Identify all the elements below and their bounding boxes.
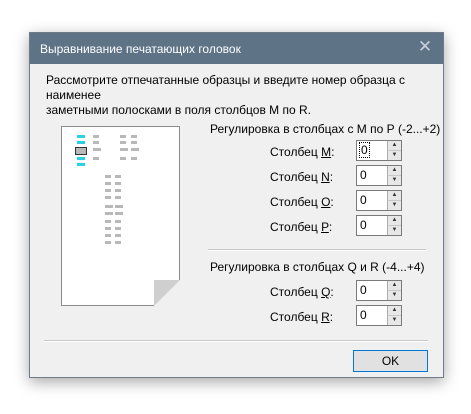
spin-up-icon[interactable]: ▲: [387, 166, 401, 176]
window-title: Выравнивание печатающих головок: [40, 42, 241, 56]
pattern-mark: [77, 163, 85, 166]
page-fold-corner: [154, 280, 180, 306]
pattern-mark: [131, 141, 137, 144]
spin-up-icon[interactable]: ▲: [387, 216, 401, 226]
column-q-value[interactable]: 0: [360, 283, 367, 297]
column-r-value[interactable]: 0: [360, 308, 367, 322]
pattern-mark: [105, 182, 111, 185]
pattern-mark: [115, 241, 121, 244]
spin-up-icon[interactable]: ▲: [387, 191, 401, 201]
pattern-mark: [105, 212, 113, 215]
pattern-mark: [115, 220, 121, 223]
instructions-line-2: заметными полосками в поля столбцов М по…: [46, 103, 311, 117]
pattern-mark: [115, 175, 121, 178]
pattern-mark: [105, 196, 111, 199]
column-n-stepper[interactable]: 0 ▲ ▼: [356, 165, 402, 186]
group-separator: [208, 249, 426, 251]
pattern-mark: [105, 189, 111, 192]
pattern-mark: [131, 135, 137, 138]
pattern-mark: [77, 157, 85, 160]
pattern-mark: [115, 189, 121, 192]
pattern-mark: [93, 135, 99, 138]
instructions-text: Рассмотрите отпечатанные образцы и введи…: [46, 73, 436, 118]
column-o-stepper[interactable]: 0 ▲ ▼: [356, 190, 402, 211]
pattern-mark: [105, 175, 111, 178]
pattern-mark: [93, 148, 101, 151]
column-r-label: Столбец R:: [270, 310, 334, 324]
column-q-stepper[interactable]: 0 ▲ ▼: [356, 280, 402, 301]
spin-down-icon[interactable]: ▼: [387, 316, 401, 325]
column-n-value[interactable]: 0: [360, 168, 367, 182]
pattern-mark: [105, 234, 111, 237]
pattern-mark: [120, 135, 126, 138]
spin-down-icon[interactable]: ▼: [387, 291, 401, 300]
column-o-value[interactable]: 0: [360, 193, 367, 207]
print-sample-sheet-image: [61, 126, 180, 306]
pattern-mark: [105, 220, 111, 223]
pattern-mark: [120, 141, 126, 144]
column-p-value[interactable]: 0: [360, 218, 367, 232]
spin-up-icon[interactable]: ▲: [387, 281, 401, 291]
pattern-mark: [93, 141, 99, 144]
pattern-mark: [115, 205, 123, 208]
spin-down-icon[interactable]: ▼: [387, 201, 401, 210]
pattern-mark: [77, 135, 85, 138]
spin-up-icon[interactable]: ▲: [387, 141, 401, 151]
pattern-mark: [131, 157, 137, 160]
pattern-mark: [115, 227, 121, 230]
pattern-mark: [120, 157, 126, 160]
column-o-label: Столбец О:: [270, 195, 334, 209]
spin-down-icon[interactable]: ▼: [387, 226, 401, 235]
print-head-alignment-dialog: Выравнивание печатающих головок ✕ Рассмо…: [29, 32, 444, 378]
column-p-label: Столбец Р:: [270, 220, 333, 234]
column-m-stepper[interactable]: 0 ▲ ▼: [356, 140, 402, 161]
column-r-stepper[interactable]: 0 ▲ ▼: [356, 305, 402, 326]
group-q-and-r-label: Регулировка в столбцах Q и R (-4...+4): [210, 260, 425, 274]
column-q-label: Столбец Q:: [270, 285, 334, 299]
footer-separator: [44, 340, 428, 342]
pattern-mark: [93, 157, 99, 160]
pattern-mark: [120, 148, 128, 151]
column-m-label: Столбец М:: [270, 145, 335, 159]
pattern-mark: [115, 182, 121, 185]
pattern-mark: [131, 148, 139, 151]
pattern-mark: [105, 241, 111, 244]
pattern-mark: [77, 141, 85, 144]
spin-up-icon[interactable]: ▲: [387, 306, 401, 316]
pattern-mark: [115, 196, 121, 199]
title-bar: Выравнивание печатающих головок ✕: [30, 33, 443, 64]
instructions-line-1: Рассмотрите отпечатанные образцы и введи…: [46, 73, 406, 102]
column-n-label: Столбец N:: [270, 170, 334, 184]
ok-button[interactable]: OK: [353, 350, 428, 372]
group-m-to-p-label: Регулировка в столбцах с М по Р (-2...+2…: [210, 122, 441, 136]
pattern-mark: [105, 227, 111, 230]
close-icon[interactable]: ✕: [417, 38, 433, 56]
pattern-mark: [115, 234, 121, 237]
spin-down-icon[interactable]: ▼: [387, 151, 401, 160]
column-m-value[interactable]: 0: [359, 142, 370, 158]
spin-down-icon[interactable]: ▼: [387, 176, 401, 185]
pattern-mark: [105, 205, 113, 208]
pattern-mark: [115, 212, 123, 215]
column-p-stepper[interactable]: 0 ▲ ▼: [356, 215, 402, 236]
selected-pattern-mark: [75, 147, 87, 155]
